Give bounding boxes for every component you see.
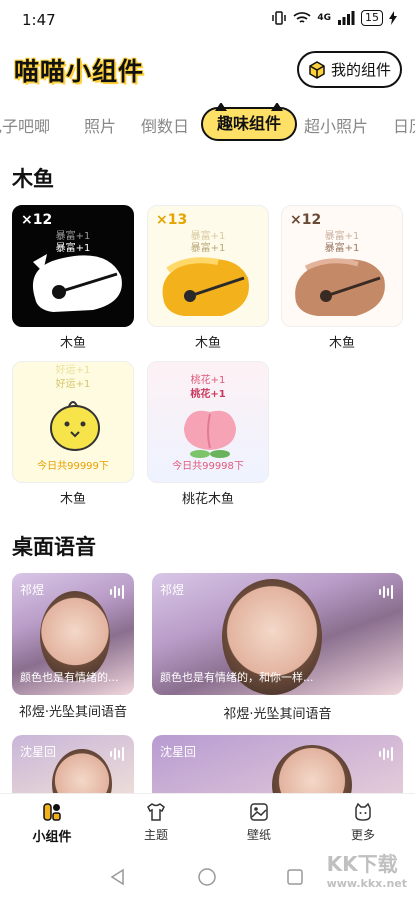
nav-label: 主题 [143,828,168,842]
tab-photo[interactable]: 照片 [84,113,116,137]
recents-icon[interactable] [285,867,305,887]
tab-fun-widgets[interactable]: 趣味组件 [201,103,298,141]
network-type: 4G [317,13,331,23]
watermark: KK下载 www.kkx.net [327,848,407,890]
wooden-fish-icon [295,258,385,316]
nav-label: 更多 [350,828,375,842]
character-name: 祁煜 [160,583,185,597]
nav-more[interactable]: 更多 [333,802,393,843]
tab-mini-photo[interactable]: 超小照片 [304,113,368,137]
nav-widgets[interactable]: 小组件 [22,802,82,845]
voice-line-text: 颜色也是有情绪的... [20,671,119,684]
fish-card-black[interactable]: ×12 暴富+1 暴富+1 [12,205,134,327]
voice-wave-icon [379,747,393,761]
tab-calendar[interactable]: 日历 [393,113,415,137]
character-name: 沈星回 [160,745,197,759]
home-icon[interactable] [197,867,217,887]
daily-count: 今日共99999下 [37,461,109,472]
cat-ear-left [215,103,227,111]
vibrate-icon [272,11,287,25]
wifi-icon [293,12,311,23]
voice-wave-icon [110,585,124,599]
back-icon[interactable] [108,867,128,887]
wooden-fish-icon [162,257,249,316]
status-time: 1:47 [22,11,56,29]
cat-ear-right [271,103,284,111]
voice-wave-icon [110,747,124,761]
my-widgets-label: 我的组件 [330,61,391,79]
fish-card-chick[interactable]: 好运+1 好运+1 今日共99999下 [12,361,134,483]
character-name: 沈星回 [20,745,57,759]
cat-face-icon [355,802,371,821]
tab-fun-widgets-label: 趣味组件 [217,114,282,133]
my-widgets-button[interactable]: 我的组件 [297,51,402,88]
nav-label: 小组件 [32,830,72,845]
app-title: 喵喵小组件 [14,57,145,86]
voice-widget-label: 祁煜·光坠其间语音 [223,707,332,722]
fish-card-brown[interactable]: ×12 暴富+1 暴富+1 [281,205,403,327]
status-icons: 4G 15 [271,10,397,26]
section-title-voice: 桌面语音 [12,535,96,559]
widgets-icon [43,803,61,821]
charging-icon [389,11,397,25]
shirt-icon [147,803,165,821]
fish-label: 木鱼 [59,336,86,351]
wooden-fish-icon [32,254,122,312]
voice-widget-small[interactable]: 祁煜 颜色也是有情绪的... [12,573,134,695]
nav-label: 壁纸 [246,828,271,842]
cube-icon [309,60,325,79]
fish-label: 木鱼 [194,336,221,351]
nav-themes[interactable]: 主题 [126,802,186,843]
fish-label: 木鱼 [59,492,86,507]
image-icon [250,803,268,821]
tab-badge[interactable]: 电子吧唧 [0,113,50,137]
character-name: 祁煜 [20,583,45,597]
watermark-url: www.kkx.net [326,877,407,890]
fish-card-peach[interactable]: 桃花+1 桃花+1 今日共99998下 [147,361,269,483]
signal-icon [338,11,355,25]
voice-widget-wide[interactable]: 祁煜 颜色也是有情绪的，和你一样... [152,573,403,695]
status-bar: 1:47 4G 15 [0,0,415,40]
category-tabs: 电子吧唧 照片 倒数日 趣味组件 超小照片 日历 [0,103,415,145]
watermark-text: KK下载 [326,852,398,876]
fish-label: 木鱼 [328,336,355,351]
voice-line-text: 颜色也是有情绪的，和你一样... [160,671,314,684]
tab-countdown[interactable]: 倒数日 [141,113,189,137]
voice-widget-label: 祁煜·光坠其间语音 [18,705,128,720]
battery-indicator: 15 [361,10,383,26]
nav-wallpaper[interactable]: 壁纸 [229,802,289,843]
bottom-nav: 小组件 主题 壁纸 更多 [0,793,415,855]
section-title-fish: 木鱼 [12,167,54,191]
daily-count: 今日共99998下 [172,461,244,472]
voice-wave-icon [379,585,393,599]
fish-card-yellow[interactable]: ×13 暴富+1 暴富+1 [147,205,269,327]
character-portrait [40,591,110,681]
fish-label: 桃花木鱼 [181,492,234,507]
